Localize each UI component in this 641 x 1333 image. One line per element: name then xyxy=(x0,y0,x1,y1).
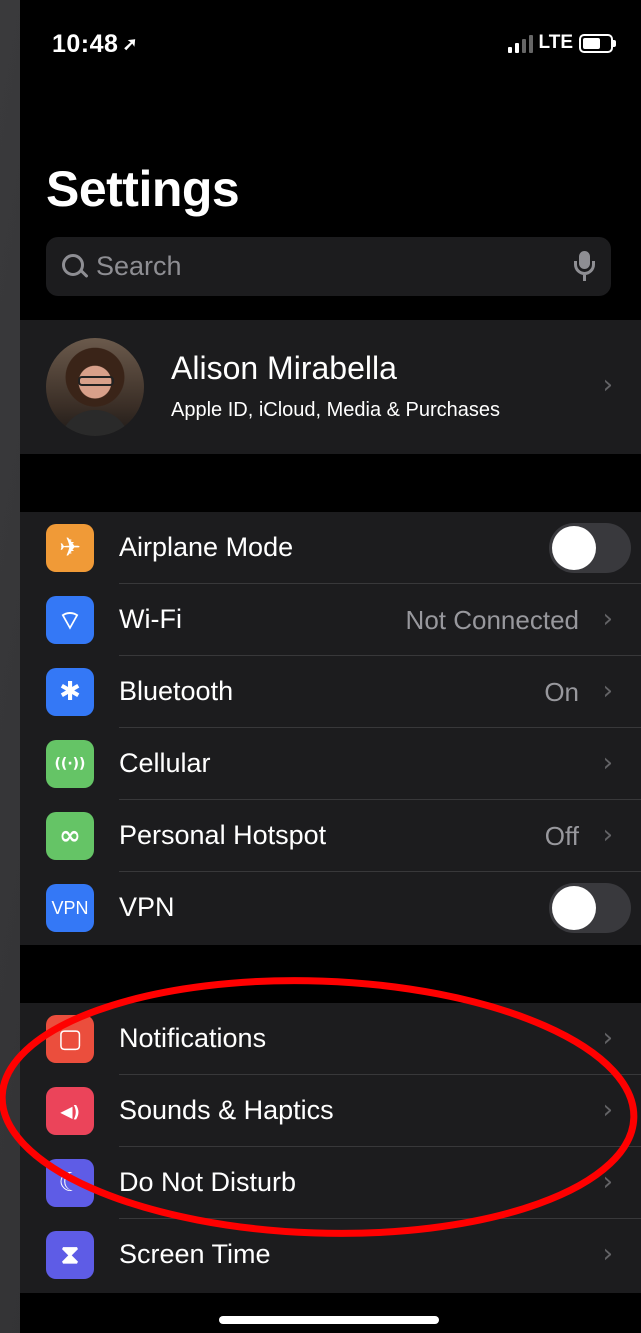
row-label: Wi-Fi xyxy=(119,604,182,634)
row-label: VPN xyxy=(119,892,175,922)
search-field[interactable]: Search xyxy=(46,237,611,296)
time-text: 10:48 xyxy=(52,30,119,58)
status-time: 10:48 ➚ xyxy=(52,30,138,59)
settings-row-do-not-disturb[interactable]: ☾ Do Not Disturb › xyxy=(20,1147,641,1219)
profile-name: Alison Mirabella xyxy=(171,350,397,386)
status-bar: 10:48 ➚ LTE xyxy=(20,0,641,90)
settings-row-screen-time[interactable]: ⧗ Screen Time › xyxy=(20,1219,641,1291)
notifications-group: ▢ Notifications › ◀) Sounds & Haptics › ☾ Do No… xyxy=(20,1003,641,1293)
bluetooth-icon: ✱ xyxy=(46,668,94,716)
chevron-right-icon: › xyxy=(602,1239,613,1269)
chevron-right-icon: › xyxy=(602,370,613,400)
settings-row-sounds-haptics[interactable]: ◀) Sounds & Haptics › xyxy=(20,1075,641,1147)
connectivity-group: ✈ Airplane Mode ⌔ Wi-Fi Not Connected › ✱ Bluet… xyxy=(20,512,641,945)
chevron-right-icon: › xyxy=(602,1167,613,1197)
settings-row-personal-hotspot[interactable]: ∞ Personal Hotspot Off › xyxy=(20,800,641,872)
location-arrow-icon: ➚ xyxy=(122,34,139,54)
search-icon xyxy=(58,248,96,286)
settings-row-airplane-mode[interactable]: ✈ Airplane Mode xyxy=(20,512,641,584)
home-indicator[interactable] xyxy=(219,1316,439,1324)
chevron-right-icon: › xyxy=(602,748,613,778)
wifi-icon: ⌔ xyxy=(46,596,94,644)
hotspot-icon: ∞ xyxy=(46,812,94,860)
status-indicators: LTE xyxy=(507,32,616,54)
speaker-icon: ◀) xyxy=(46,1087,94,1135)
toggle-switch[interactable] xyxy=(549,883,631,933)
phone-screen: 10:48 ➚ LTE Settings Search Alison Mirabe… xyxy=(20,0,641,1333)
row-label: Airplane Mode xyxy=(119,532,294,562)
row-label: Bluetooth xyxy=(119,676,234,706)
signal-bars-icon xyxy=(507,33,533,53)
row-label: Personal Hotspot xyxy=(119,820,327,850)
settings-row-notifications[interactable]: ▢ Notifications › xyxy=(20,1003,641,1075)
airplane-icon: ✈ xyxy=(46,524,94,572)
chevron-right-icon: › xyxy=(602,676,613,706)
profile-subtitle: Apple ID, iCloud, Media & Purchases xyxy=(171,399,501,421)
toggle-knob xyxy=(552,526,596,570)
carrier-label: LTE xyxy=(538,32,573,53)
settings-row-vpn[interactable]: VPN VPN xyxy=(20,872,641,944)
row-value: Not Connected xyxy=(405,605,579,635)
chevron-right-icon: › xyxy=(602,604,613,634)
notifications-icon: ▢ xyxy=(46,1015,94,1063)
row-label: Notifications xyxy=(119,1023,267,1053)
toggle-knob xyxy=(552,886,596,930)
search-placeholder: Search xyxy=(96,251,182,281)
battery-fill xyxy=(583,37,600,49)
vpn-icon: VPN xyxy=(46,884,94,932)
row-value: On xyxy=(544,677,579,707)
row-label: Do Not Disturb xyxy=(119,1167,297,1197)
settings-row-cellular[interactable]: ((·)) Cellular › xyxy=(20,728,641,800)
settings-row-bluetooth[interactable]: ✱ Bluetooth On › xyxy=(20,656,641,728)
row-label: Sounds & Haptics xyxy=(119,1095,334,1125)
page-title: Settings xyxy=(46,161,240,217)
hourglass-icon: ⧗ xyxy=(46,1231,94,1279)
battery-icon xyxy=(579,33,616,53)
settings-row-wi-fi[interactable]: ⌔ Wi-Fi Not Connected › xyxy=(20,584,641,656)
microphone-icon[interactable] xyxy=(573,251,597,283)
chevron-right-icon: › xyxy=(602,1023,613,1053)
chevron-right-icon: › xyxy=(602,820,613,850)
moon-icon: ☾ xyxy=(46,1159,94,1207)
cellular-icon: ((·)) xyxy=(46,740,94,788)
toggle-switch[interactable] xyxy=(549,523,631,573)
chevron-right-icon: › xyxy=(602,1095,613,1125)
row-label: Cellular xyxy=(119,748,211,778)
row-label: Screen Time xyxy=(119,1239,271,1269)
apple-id-row[interactable]: Alison Mirabella Apple ID, iCloud, Media… xyxy=(20,320,641,454)
row-value: Off xyxy=(544,821,579,851)
avatar xyxy=(46,338,144,436)
